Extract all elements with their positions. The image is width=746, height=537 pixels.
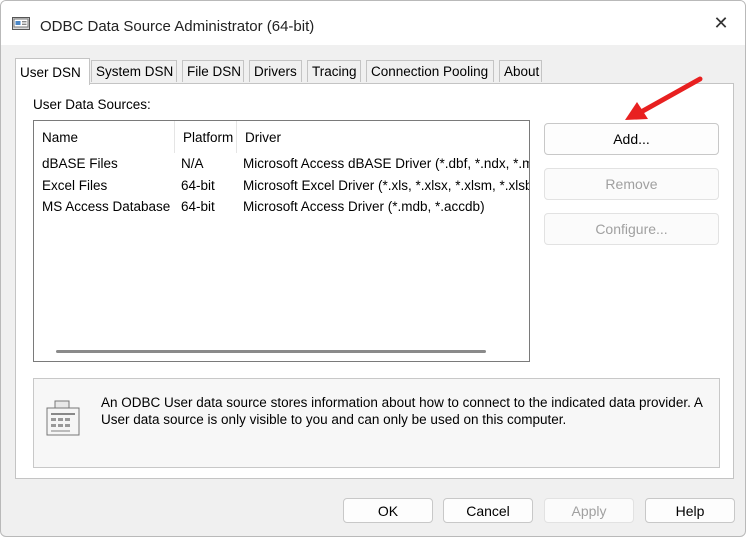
odbc-admin-window: ODBC Data Source Administrator (64-bit) …: [0, 0, 746, 537]
help-button[interactable]: Help: [645, 498, 735, 523]
list-item[interactable]: Excel Files 64-bit Microsoft Excel Drive…: [34, 175, 529, 196]
tab-connection-pooling[interactable]: Connection Pooling: [366, 60, 494, 82]
close-button[interactable]: ✕: [697, 1, 745, 45]
odbc-app-icon: [12, 17, 30, 30]
tab-tracing[interactable]: Tracing: [307, 60, 361, 82]
tab-drivers[interactable]: Drivers: [249, 60, 302, 82]
list-header: Name Platform Driver: [34, 121, 529, 153]
info-group: An ODBC User data source stores informat…: [33, 378, 720, 468]
tab-about[interactable]: About: [499, 60, 542, 82]
configure-button[interactable]: Configure...: [544, 213, 719, 245]
tab-user-dsn[interactable]: User DSN: [15, 58, 90, 85]
user-data-sources-label: User Data Sources:: [33, 97, 151, 112]
column-header-platform[interactable]: Platform: [175, 121, 237, 153]
title-bar: ODBC Data Source Administrator (64-bit) …: [1, 1, 745, 45]
window-title: ODBC Data Source Administrator (64-bit): [40, 18, 315, 35]
cancel-button[interactable]: Cancel: [443, 498, 533, 523]
list-item[interactable]: dBASE Files N/A Microsoft Access dBASE D…: [34, 153, 529, 174]
column-header-name[interactable]: Name: [34, 121, 175, 153]
info-description: An ODBC User data source stores informat…: [101, 395, 703, 427]
apply-button[interactable]: Apply: [544, 498, 634, 523]
remove-button[interactable]: Remove: [544, 168, 719, 200]
row-driver: Microsoft Excel Driver (*.xls, *.xlsx, *…: [243, 178, 530, 193]
data-sources-list[interactable]: Name Platform Driver dBASE Files N/A Mic…: [33, 120, 530, 362]
column-header-driver[interactable]: Driver: [237, 121, 529, 153]
row-platform: 64-bit: [181, 199, 215, 214]
tab-system-dsn[interactable]: System DSN: [91, 60, 177, 82]
row-platform: N/A: [181, 156, 204, 171]
close-icon: ✕: [713, 12, 729, 33]
ok-button[interactable]: OK: [343, 498, 433, 523]
row-name: Excel Files: [42, 178, 108, 193]
red-arrow-icon: [625, 76, 703, 120]
row-name: MS Access Database: [42, 199, 171, 214]
list-item[interactable]: MS Access Database 64-bit Microsoft Acce…: [34, 196, 529, 217]
tab-file-dsn[interactable]: File DSN: [182, 60, 244, 82]
horizontal-scrollbar[interactable]: [56, 350, 486, 353]
row-platform: 64-bit: [181, 178, 215, 193]
database-info-icon: [46, 400, 80, 436]
row-name: dBASE Files: [42, 156, 118, 171]
add-button[interactable]: Add...: [544, 123, 719, 155]
row-driver: Microsoft Access Driver (*.mdb, *.accdb): [243, 199, 485, 214]
row-driver: Microsoft Access dBASE Driver (*.dbf, *.…: [243, 156, 530, 171]
